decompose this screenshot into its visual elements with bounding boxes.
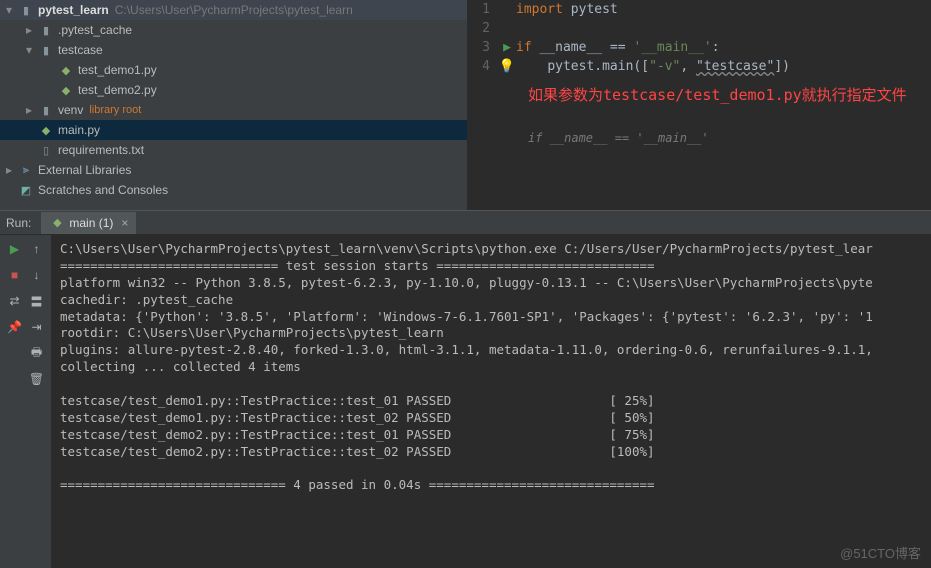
wrap-button[interactable]: 〓	[27, 291, 47, 311]
tree-item-venv[interactable]: ▸ ▮ venv library root	[0, 100, 467, 120]
tree-item-external[interactable]: ▸ ⫸ External Libraries	[0, 160, 467, 180]
tree-item-scratches[interactable]: ◩ Scratches and Consoles	[0, 180, 467, 200]
run-tab-label: main (1)	[69, 216, 113, 230]
trash-button[interactable]: 🗑	[27, 369, 47, 389]
python-file-icon: ◆	[58, 62, 74, 78]
tree-item-pytest-cache[interactable]: ▸ ▮ .pytest_cache	[0, 20, 467, 40]
tree-item-requirements[interactable]: ▯ requirements.txt	[0, 140, 467, 160]
close-icon[interactable]: ×	[121, 216, 128, 230]
line-number: 4	[468, 57, 498, 76]
label: requirements.txt	[58, 143, 144, 157]
stop-button[interactable]: ■	[5, 265, 25, 285]
python-file-icon: ◆	[49, 215, 65, 231]
tree-root[interactable]: ▾ ▮ pytest_learn C:\Users\User\PycharmPr…	[0, 0, 467, 20]
console-output[interactable]: C:\Users\User\PycharmProjects\pytest_lea…	[52, 235, 931, 568]
run-header: Run: ◆ main (1) ×	[0, 211, 931, 235]
root-path: C:\Users\User\PycharmProjects\pytest_lea…	[115, 3, 353, 17]
tree-item-demo2[interactable]: ◆ test_demo2.py	[0, 80, 467, 100]
layout-button[interactable]: ⇄	[5, 291, 25, 311]
project-tree[interactable]: ▾ ▮ pytest_learn C:\Users\User\PycharmPr…	[0, 0, 468, 210]
libraries-icon: ⫸	[18, 162, 34, 178]
chevron-down-icon: ▾	[6, 3, 18, 17]
chevron-down-icon: ▾	[26, 43, 38, 57]
chevron-right-icon: ▸	[26, 23, 38, 37]
label: .pytest_cache	[58, 23, 132, 37]
code-editor[interactable]: 1import pytest 2 3▶if __name__ == '__mai…	[468, 0, 931, 210]
label: External Libraries	[38, 163, 131, 177]
lib-tag: library root	[89, 104, 141, 116]
tree-item-testcase[interactable]: ▾ ▮ testcase	[0, 40, 467, 60]
root-label: pytest_learn	[38, 3, 109, 17]
watermark: @51CTO博客	[840, 543, 921, 562]
folder-icon: ▮	[38, 42, 54, 58]
line-number: 3	[468, 38, 498, 57]
tree-item-demo1[interactable]: ◆ test_demo1.py	[0, 60, 467, 80]
line-number: 1	[468, 0, 498, 19]
scroll-button[interactable]: ⇥	[27, 317, 47, 337]
folder-icon: ▮	[18, 2, 34, 18]
label: test_demo1.py	[78, 63, 157, 77]
run-tab[interactable]: ◆ main (1) ×	[41, 212, 136, 234]
run-toolbar: ▶ ■ ⇄ 📌 ↑ ↓ 〓 ⇥ 🖶 🗑	[0, 235, 52, 568]
chevron-right-icon: ▸	[6, 163, 18, 177]
pin-button[interactable]: 📌	[5, 317, 25, 337]
label: test_demo2.py	[78, 83, 157, 97]
python-file-icon: ◆	[58, 82, 74, 98]
rerun-button[interactable]: ▶	[5, 239, 25, 259]
text-file-icon: ▯	[38, 142, 54, 158]
run-panel: Run: ◆ main (1) × ▶ ■ ⇄ 📌 ↑ ↓ 〓 ⇥ 🖶	[0, 210, 931, 568]
folder-icon: ▮	[38, 22, 54, 38]
label: main.py	[58, 123, 100, 137]
folder-icon: ▮	[38, 102, 54, 118]
label: venv	[58, 103, 83, 117]
tree-item-main[interactable]: ◆ main.py	[0, 120, 467, 140]
up-button[interactable]: ↑	[27, 239, 47, 259]
run-label: Run:	[6, 216, 31, 230]
down-button[interactable]: ↓	[27, 265, 47, 285]
scratches-icon: ◩	[18, 182, 34, 198]
label: testcase	[58, 43, 103, 57]
annotation-text: 如果参数为testcase/test_demo1.py就执行指定文件	[468, 76, 931, 107]
breadcrumb-hint: if __name__ == '__main__'	[468, 131, 931, 145]
intention-bulb-icon[interactable]: 💡	[498, 57, 516, 76]
print-button[interactable]: 🖶	[27, 343, 47, 363]
line-number: 2	[468, 19, 498, 38]
python-file-icon: ◆	[38, 122, 54, 138]
run-gutter-icon[interactable]: ▶	[498, 38, 516, 57]
label: Scratches and Consoles	[38, 183, 168, 197]
chevron-right-icon: ▸	[26, 103, 38, 117]
